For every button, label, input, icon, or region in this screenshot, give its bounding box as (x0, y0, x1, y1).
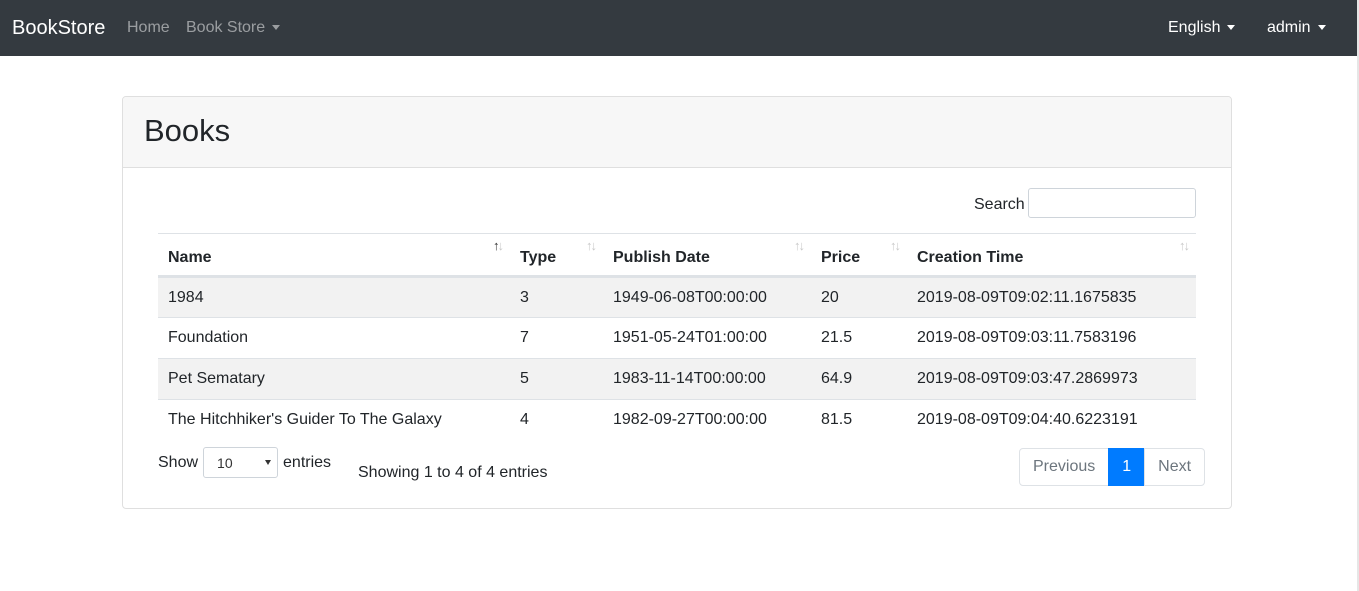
cell-price: 81.5 (821, 411, 853, 429)
user-menu-dropdown[interactable]: admin (1267, 18, 1326, 38)
sort-arrows-icon: ↑↓ (586, 238, 597, 253)
column-header-price[interactable]: Price ↑↓ (811, 233, 907, 278)
page-length-select[interactable]: 10 (203, 447, 279, 478)
sort-arrows-icon: ↑↓ (1179, 238, 1190, 253)
show-label: Show (158, 453, 199, 471)
cell-type: 7 (510, 317, 603, 359)
table-row[interactable]: Pet Sematary 5 1983-11-14T00:00:00 64.9 … (158, 358, 1196, 400)
table-header-row: Name ↑↓ Type ↑↓ Publish Date ↑↓ Price ↑↓ (158, 233, 1196, 278)
books-table: Name ↑↓ Type ↑↓ Publish Date ↑↓ Price ↑↓ (158, 233, 1196, 441)
search-label: Search (974, 196, 1025, 213)
previous-page-button[interactable]: Previous (1019, 448, 1110, 486)
brand-link[interactable]: BookStore (12, 16, 105, 40)
language-dropdown[interactable]: English (1168, 18, 1236, 38)
cell-type: 3 (510, 276, 603, 318)
page: BookStore Home Book Store English admin … (0, 0, 1359, 591)
cell-publish-date: 1949-06-08T00:00:00 (603, 276, 811, 318)
caret-down-icon (272, 24, 281, 30)
entries-label: entries (283, 453, 332, 471)
caret-down-icon (1317, 24, 1326, 30)
cell-creation-time: 2019-08-09T09:04:40.6223191 (917, 411, 1138, 429)
column-header-name[interactable]: Name ↑↓ (158, 233, 510, 278)
cell-publish-date: 1951-05-24T01:00:00 (603, 317, 811, 359)
page-length-value: 10 (217, 455, 233, 471)
cell-price: 64.9 (811, 358, 907, 400)
nav-home-label: Home (127, 19, 170, 36)
cell-publish-date: 1982-09-27T00:00:00 (613, 411, 767, 429)
nav-home-link[interactable]: Home (127, 18, 170, 38)
nav-book-store-dropdown[interactable]: Book Store (186, 18, 281, 38)
column-header-publish-date[interactable]: Publish Date ↑↓ (603, 233, 811, 278)
column-header-type[interactable]: Type ↑↓ (510, 233, 603, 278)
sort-arrows-icon: ↑↓ (890, 238, 901, 253)
language-label: English (1168, 19, 1221, 36)
search-input[interactable] (1028, 188, 1196, 218)
page-length-control: Show 10 entries (158, 447, 331, 478)
cell-creation-time: 2019-08-09T09:03:47.2869973 (907, 358, 1196, 400)
pagination: Previous 1 Next (1019, 448, 1206, 486)
caret-down-icon (1227, 24, 1236, 30)
cell-creation-time: 2019-08-09T09:02:11.1675835 (907, 276, 1196, 318)
nav-book-store-label: Book Store (186, 19, 266, 36)
cell-name: 1984 (158, 276, 510, 318)
table-row[interactable]: 1984 3 1949-06-08T00:00:00 20 2019-08-09… (158, 276, 1196, 318)
sort-arrows-icon: ↑↓ (493, 238, 504, 253)
cell-type: 5 (510, 358, 603, 400)
column-header-creation-time[interactable]: Creation Time ↑↓ (907, 233, 1196, 278)
table-row[interactable]: Foundation 7 1951-05-24T01:00:00 21.5 20… (158, 317, 1196, 359)
cell-price: 21.5 (811, 317, 907, 359)
books-card: Books Search Name ↑↓ Type ↑↓ Publish Dat… (122, 96, 1232, 509)
card-header: Books (123, 97, 1231, 168)
page-1-button[interactable]: 1 (1108, 448, 1146, 486)
cell-price: 20 (811, 276, 907, 318)
cell-name: The Hitchhiker's Guider To The Galaxy (168, 411, 442, 429)
page-title: Books (144, 113, 231, 148)
sort-arrows-icon: ↑↓ (794, 238, 805, 253)
cell-name: Foundation (158, 317, 510, 359)
navbar: BookStore Home Book Store English admin (0, 0, 1357, 56)
table-row[interactable]: The Hitchhiker's Guider To The Galaxy 4 … (158, 400, 1196, 441)
cell-creation-time: 2019-08-09T09:03:11.7583196 (907, 317, 1196, 359)
table-info: Showing 1 to 4 of 4 entries (358, 464, 548, 481)
cell-publish-date: 1983-11-14T00:00:00 (603, 358, 811, 400)
cell-type: 4 (520, 411, 529, 429)
user-label: admin (1267, 19, 1311, 36)
chevron-down-icon (265, 460, 272, 465)
cell-name: Pet Sematary (158, 358, 510, 400)
next-page-button[interactable]: Next (1144, 448, 1206, 486)
